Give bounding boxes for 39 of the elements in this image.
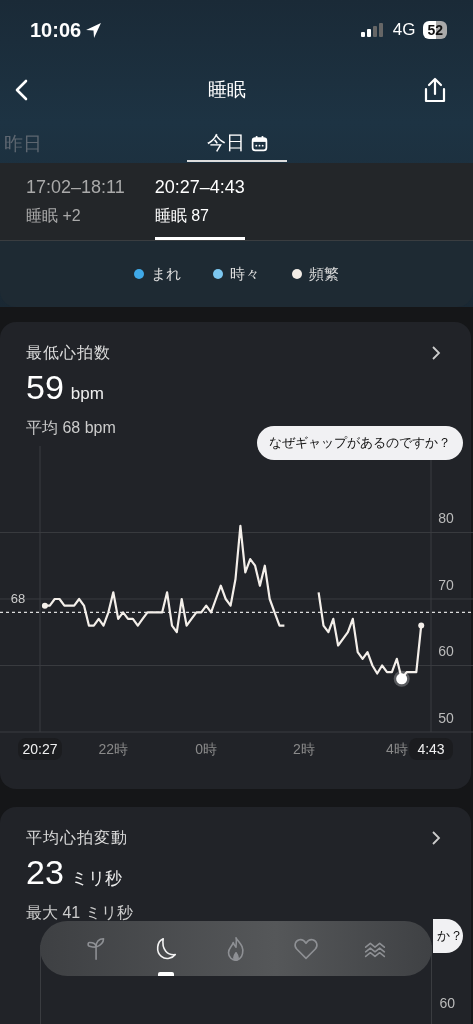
y-axis-label: 80 bbox=[438, 510, 454, 527]
x-axis-label: 20:27 bbox=[18, 738, 62, 760]
signal-icon bbox=[360, 23, 385, 37]
metric-unit: bpm bbox=[70, 384, 104, 404]
x-axis-label: 22時 bbox=[98, 741, 129, 757]
metric-unit: ミリ秒 bbox=[70, 868, 122, 890]
legend-label: 時々 bbox=[230, 264, 260, 284]
help-bubble[interactable]: か？ bbox=[433, 919, 463, 953]
legend-label: 頻繁 bbox=[309, 264, 339, 284]
x-axis-label: 4時 bbox=[385, 741, 408, 757]
y-axis-label: 70 bbox=[438, 577, 454, 593]
card-title: 最低心拍数 bbox=[26, 342, 111, 363]
end-point bbox=[418, 622, 425, 629]
network-label: 4G bbox=[392, 20, 416, 40]
start-point bbox=[41, 602, 48, 609]
metric-value: 23 bbox=[26, 853, 64, 892]
chevron-icon[interactable] bbox=[431, 830, 441, 846]
help-bubble[interactable]: なぜギャップがあるのですか？ bbox=[257, 426, 463, 460]
x-axis-label: 4:43 bbox=[409, 738, 453, 760]
chevron-icon[interactable] bbox=[431, 345, 441, 361]
legend-label: まれ bbox=[151, 264, 181, 284]
average-label: 68 bbox=[10, 591, 26, 607]
x-axis-label: 2時 bbox=[293, 741, 315, 757]
x-axis-label: 0時 bbox=[195, 741, 218, 757]
status-time: 10:06 bbox=[30, 18, 82, 42]
y-axis-label: 60 bbox=[438, 643, 454, 660]
average-value: 平均 68 bpm bbox=[25, 418, 117, 438]
y-axis-label: 50 bbox=[438, 710, 454, 726]
maximum-value: 最大 41 ミリ秒 bbox=[25, 903, 134, 923]
battery-indicator: 52 bbox=[423, 21, 447, 39]
metric-value: 59 bbox=[26, 368, 64, 407]
session-tab[interactable]: 17:02–18:11 睡眠 +2 bbox=[26, 163, 125, 240]
calendar-icon[interactable] bbox=[250, 134, 268, 152]
y-axis-label: 60 bbox=[439, 995, 455, 1011]
minimum-marker bbox=[393, 670, 410, 687]
card-title: 平均心拍変動 bbox=[26, 827, 128, 848]
location-icon bbox=[85, 21, 103, 39]
page-title: 睡眠 bbox=[207, 78, 246, 102]
x-tick-label: 4:43 bbox=[417, 741, 445, 757]
